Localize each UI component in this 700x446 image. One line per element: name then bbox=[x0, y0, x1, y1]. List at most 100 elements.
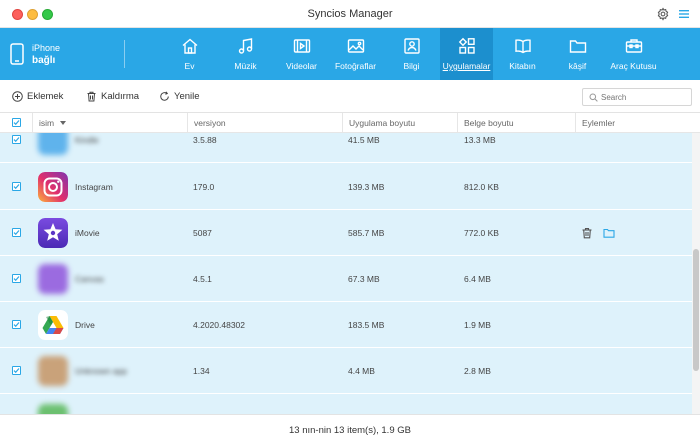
row-checkbox[interactable] bbox=[12, 366, 21, 375]
app-name: iMovie bbox=[75, 228, 100, 238]
contact-card-icon bbox=[403, 38, 420, 54]
google-drive-icon bbox=[38, 310, 68, 340]
table-row[interactable]: Drive 4.2020.48302 183.5 MB 1.9 MB bbox=[0, 302, 692, 348]
column-app-size-header[interactable]: Uygulama boyutu bbox=[342, 113, 457, 133]
apps-table-body: Kindle 3.5.88 41.5 MB 13.3 MB Instagram … bbox=[0, 133, 700, 414]
vertical-scrollbar[interactable] bbox=[692, 133, 700, 414]
app-version: 179.0 bbox=[193, 182, 215, 192]
search-input[interactable] bbox=[601, 91, 687, 103]
doc-size: 812.0 KB bbox=[464, 182, 499, 192]
row-checkbox[interactable] bbox=[12, 274, 21, 283]
folder-icon bbox=[569, 40, 586, 53]
nav-item-photos[interactable]: Fotoğraflar bbox=[329, 28, 382, 80]
app-name: Canvas bbox=[75, 274, 104, 284]
checkmark-icon bbox=[13, 120, 20, 126]
nav-label-videos: Videolar bbox=[285, 61, 318, 71]
add-icon bbox=[12, 91, 23, 102]
app-name: Instagram bbox=[75, 182, 113, 192]
app-icon bbox=[38, 133, 68, 155]
table-row[interactable]: iMovie 5087 585.7 MB 772.0 KB bbox=[0, 210, 692, 256]
search-icon bbox=[589, 93, 598, 102]
nav-item-home[interactable]: Ev bbox=[163, 28, 216, 80]
doc-size: 6.4 MB bbox=[464, 274, 491, 284]
column-name-label: isim bbox=[39, 118, 55, 128]
select-all-checkbox[interactable] bbox=[12, 118, 21, 127]
row-checkbox[interactable] bbox=[12, 320, 21, 329]
table-header: isim versiyon Uygulama boyutu Belge boyu… bbox=[0, 113, 700, 133]
row-checkbox[interactable] bbox=[12, 228, 21, 237]
nav-label-books: Kitabın bbox=[509, 61, 536, 71]
column-version-label: versiyon bbox=[194, 118, 226, 128]
column-actions-header: Eylemler bbox=[575, 113, 700, 133]
checkmark-icon bbox=[13, 368, 20, 374]
app-size: 4.4 MB bbox=[348, 366, 375, 376]
search-box[interactable] bbox=[582, 88, 692, 106]
app-name: Unknown app bbox=[75, 366, 127, 376]
app-name: Kindle bbox=[75, 135, 99, 145]
app-version: 1.34 bbox=[193, 366, 210, 376]
status-bar: 13 nın-nin 13 item(s), 1.9 GB bbox=[0, 414, 700, 446]
column-actions-label: Eylemler bbox=[582, 118, 616, 128]
column-doc-size-label: Belge boyutu bbox=[464, 118, 514, 128]
window-title: Syncios Manager bbox=[307, 8, 393, 20]
app-size: 183.5 MB bbox=[348, 320, 385, 330]
app-size: 139.3 MB bbox=[348, 182, 385, 192]
app-version: 4.2020.48302 bbox=[193, 320, 245, 330]
nav-label-music: Müzik bbox=[234, 61, 257, 71]
checkmark-icon bbox=[13, 137, 20, 143]
nav-item-apps[interactable]: Uygulamalar bbox=[440, 28, 493, 80]
refresh-button[interactable]: Yenile bbox=[159, 90, 203, 104]
nav-item-toolbox[interactable]: Araç Kutusu bbox=[607, 28, 660, 80]
column-name-header[interactable]: isim bbox=[32, 113, 187, 133]
device-status: bağlı bbox=[32, 55, 56, 66]
add-label: Eklemek bbox=[27, 91, 64, 102]
nav-item-info[interactable]: Bilgi bbox=[385, 28, 438, 80]
app-size: 67.3 MB bbox=[348, 274, 380, 284]
table-row[interactable]: Kindle 3.5.88 41.5 MB 13.3 MB bbox=[0, 133, 692, 163]
scrollbar-thumb[interactable] bbox=[693, 249, 699, 371]
nav-divider bbox=[124, 40, 125, 68]
device-name: iPhone bbox=[32, 43, 61, 53]
gear-icon[interactable] bbox=[656, 7, 670, 21]
table-row[interactable]: Canvas 4.5.1 67.3 MB 6.4 MB bbox=[0, 256, 692, 302]
instagram-icon bbox=[38, 172, 68, 202]
checkmark-icon bbox=[13, 184, 20, 190]
nav-item-books[interactable]: Kitabın bbox=[496, 28, 549, 80]
nav-label-home: Ev bbox=[184, 61, 195, 71]
nav-label-apps: Uygulamalar bbox=[442, 61, 491, 71]
nav-label-explorer: kâşif bbox=[568, 61, 587, 71]
doc-size: 13.3 MB bbox=[464, 135, 496, 145]
menu-icon[interactable] bbox=[678, 8, 690, 20]
add-button[interactable]: Eklemek bbox=[12, 90, 68, 104]
table-row[interactable] bbox=[0, 394, 692, 414]
delete-button[interactable]: Kaldırma bbox=[86, 90, 140, 104]
app-size: 41.5 MB bbox=[348, 135, 380, 145]
status-text: 13 nın-nin 13 item(s), 1.9 GB bbox=[289, 425, 411, 436]
table-row[interactable]: Unknown app 1.34 4.4 MB 2.8 MB bbox=[0, 348, 692, 394]
open-folder-icon[interactable] bbox=[603, 227, 615, 239]
apps-icon bbox=[458, 37, 475, 54]
delete-app-trash-icon[interactable] bbox=[581, 227, 593, 239]
app-icon bbox=[38, 264, 68, 294]
delete-label: Kaldırma bbox=[101, 91, 140, 102]
sort-down-icon bbox=[60, 121, 66, 125]
nav-item-music[interactable]: Müzik bbox=[219, 28, 272, 80]
nav-item-explorer[interactable]: kâşif bbox=[551, 28, 604, 80]
trash-icon bbox=[87, 91, 96, 102]
nav-item-videos[interactable]: Videolar bbox=[275, 28, 328, 80]
app-icon bbox=[38, 404, 68, 414]
column-doc-size-header[interactable]: Belge boyutu bbox=[457, 113, 575, 133]
device-info[interactable]: iPhone bağlı bbox=[10, 41, 120, 69]
row-checkbox[interactable] bbox=[12, 182, 21, 191]
nav-label-toolbox: Araç Kutusu bbox=[610, 61, 657, 71]
photo-icon bbox=[347, 39, 364, 53]
home-icon bbox=[182, 38, 197, 54]
app-version: 4.5.1 bbox=[193, 274, 212, 284]
imovie-icon bbox=[38, 218, 68, 248]
row-checkbox[interactable] bbox=[12, 135, 21, 144]
app-icon bbox=[38, 356, 68, 386]
table-row[interactable]: Instagram 179.0 139.3 MB 812.0 KB bbox=[0, 164, 692, 210]
column-version-header[interactable]: versiyon bbox=[187, 113, 342, 133]
app-name: Drive bbox=[75, 320, 95, 330]
phone-icon bbox=[10, 43, 24, 65]
